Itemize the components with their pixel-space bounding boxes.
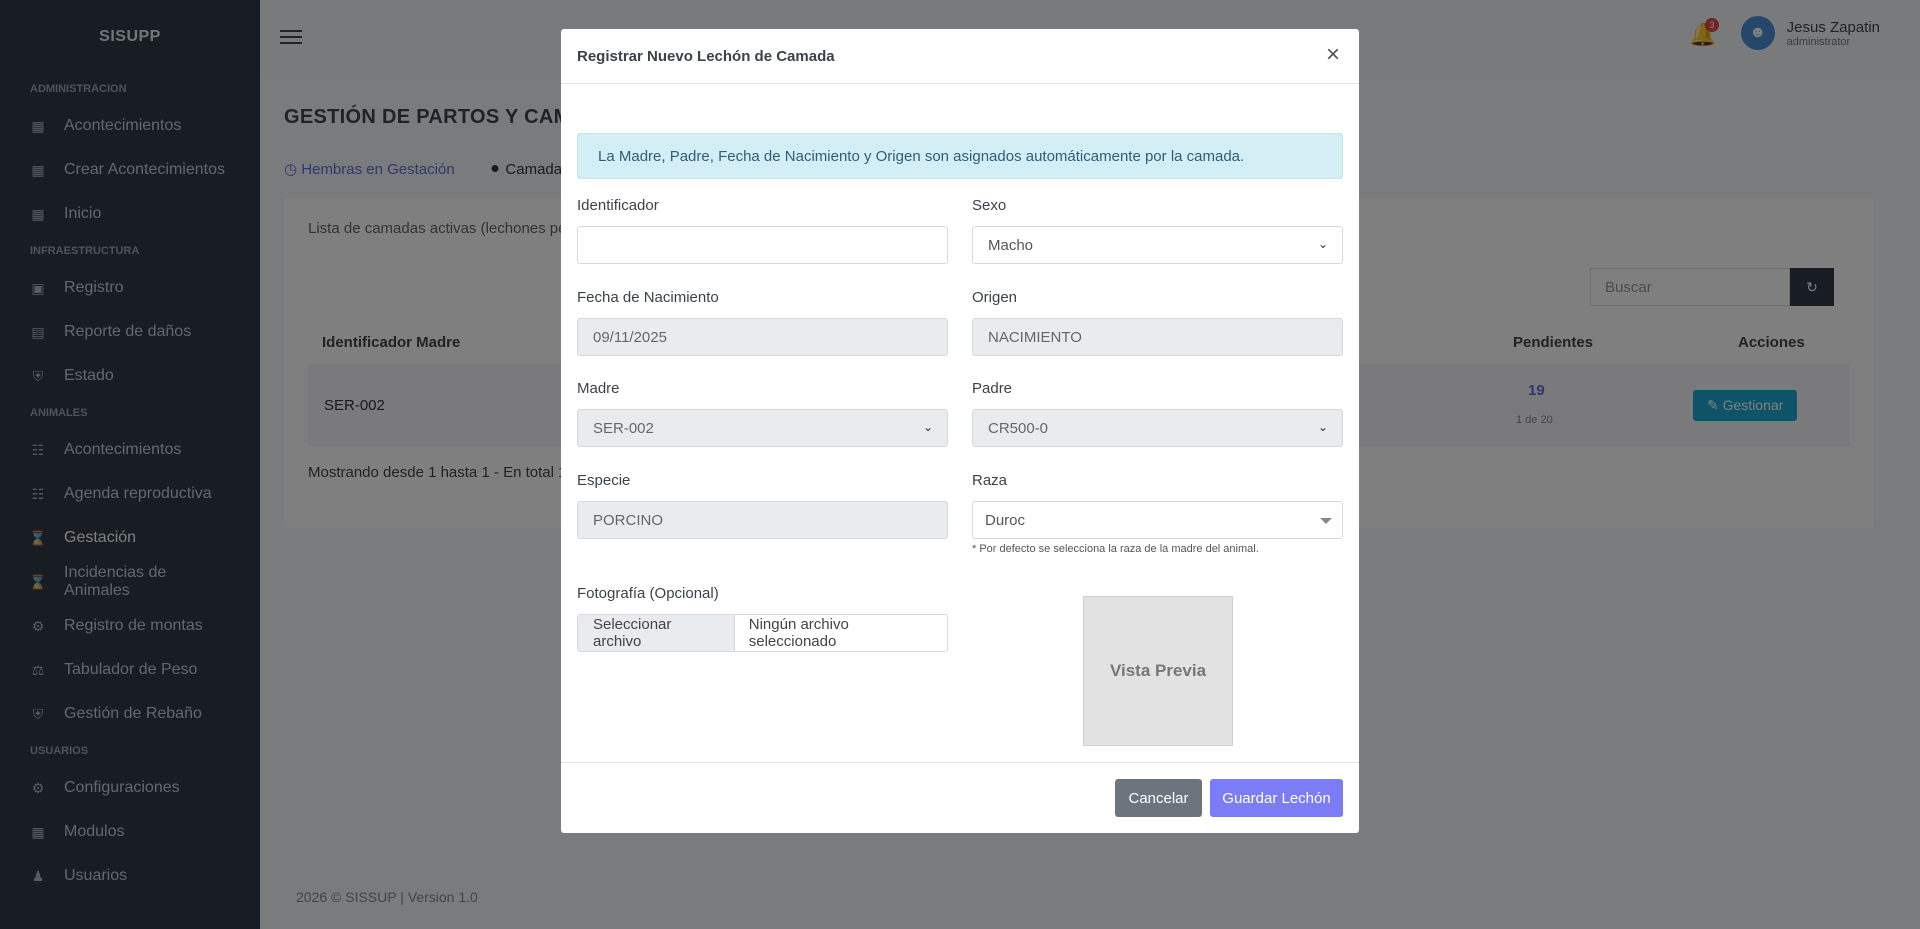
- origen-label: Origen: [972, 289, 1018, 306]
- foto-label: Fotografía (Opcional): [577, 585, 719, 602]
- madre-value: SER-002: [593, 419, 654, 437]
- modal-footer: Cancelar Guardar Lechón: [561, 762, 1359, 833]
- sexo-select[interactable]: Macho ⌄: [972, 226, 1343, 264]
- padre-select: CR500-0 ⌄: [972, 409, 1343, 447]
- especie-label: Especie: [577, 472, 631, 489]
- padre-label: Padre: [972, 380, 1013, 397]
- modal-header: Registrar Nuevo Lechón de Camada: [561, 29, 1359, 84]
- identificador-input[interactable]: [577, 226, 948, 264]
- especie-input: PORCINO: [577, 501, 948, 539]
- madre-select: SER-002 ⌄: [577, 409, 948, 447]
- fecha-input: 09/11/2025: [577, 318, 948, 356]
- madre-label: Madre: [577, 380, 620, 397]
- cancel-button[interactable]: Cancelar: [1115, 779, 1202, 817]
- sexo-value: Macho: [988, 236, 1034, 254]
- raza-label: Raza: [972, 472, 1008, 489]
- close-icon[interactable]: ×: [1321, 43, 1345, 67]
- info-alert: La Madre, Padre, Fecha de Nacimiento y O…: [577, 133, 1343, 179]
- photo-file-input[interactable]: Seleccionar archivo Ningún archivo selec…: [577, 614, 948, 652]
- chevron-down-icon: ⌄: [1317, 420, 1328, 434]
- identificador-label: Identificador: [577, 197, 659, 214]
- modal-title: Registrar Nuevo Lechón de Camada: [577, 47, 835, 65]
- file-name: Ningún archivo seleccionado: [748, 616, 849, 650]
- register-piglet-modal: Registrar Nuevo Lechón de Camada × La Ma…: [561, 29, 1359, 833]
- fecha-label: Fecha de Nacimiento: [577, 289, 719, 306]
- raza-hint: * Por defecto se selecciona la raza de l…: [972, 543, 1259, 555]
- chevron-down-icon: ⌄: [922, 420, 933, 434]
- raza-value: Duroc: [985, 511, 1026, 529]
- origen-input: NACIMIENTO: [972, 318, 1343, 356]
- sexo-label: Sexo: [972, 197, 1007, 214]
- photo-preview: Vista Previa: [1083, 596, 1233, 746]
- caret-down-icon: [1320, 518, 1332, 524]
- chevron-down-icon: ⌄: [1317, 237, 1328, 251]
- save-button[interactable]: Guardar Lechón: [1210, 779, 1343, 817]
- raza-select[interactable]: Duroc: [972, 501, 1343, 539]
- padre-value: CR500-0: [988, 419, 1049, 437]
- select-file-button[interactable]: Seleccionar archivo: [578, 615, 735, 651]
